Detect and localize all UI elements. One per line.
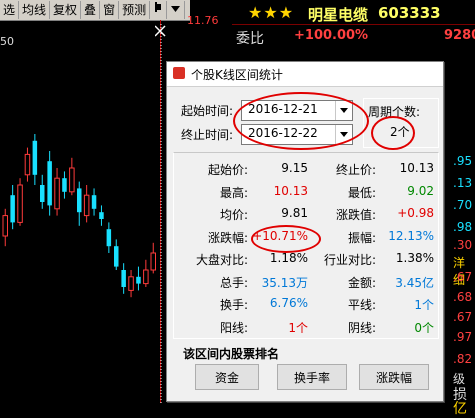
quote-panel-edge: .95 .13 .70 .98 .30 洋细 .67 .68 .67 .97 .… bbox=[443, 62, 475, 417]
annotation-ring bbox=[233, 92, 369, 150]
toolbar-forecast-button[interactable]: 预测 bbox=[119, 1, 151, 19]
quote-value: .68 bbox=[453, 290, 473, 304]
stock-code: 603333 bbox=[378, 4, 441, 22]
stat-label: 最低: bbox=[347, 185, 376, 200]
start-time-label: 起始时间: bbox=[181, 104, 234, 118]
rating-stars: ★★★ bbox=[248, 3, 295, 22]
toolbar-window-button[interactable]: 窗 bbox=[100, 1, 120, 19]
stat-value: 10.13 bbox=[273, 183, 308, 198]
candle-body bbox=[40, 185, 45, 202]
stat-label: 终止价: bbox=[335, 163, 376, 177]
candle-body bbox=[2, 215, 8, 237]
candle-body bbox=[24, 153, 31, 176]
candle-body bbox=[32, 140, 38, 175]
rank-section-label: 该区间内股票排名 bbox=[183, 347, 280, 361]
quote-value: .67 bbox=[453, 310, 473, 324]
rank-by-turnover-button[interactable]: 换手率 bbox=[277, 364, 347, 390]
quote-value: .67 bbox=[453, 270, 473, 284]
candle-body bbox=[17, 184, 23, 223]
candle-body bbox=[128, 276, 134, 291]
stat-label: 起始价: bbox=[207, 163, 248, 177]
candle-body bbox=[77, 188, 82, 213]
quote-label: 亿 bbox=[453, 401, 467, 417]
stat-label: 最高: bbox=[219, 185, 248, 200]
candle-body bbox=[136, 276, 141, 284]
stat-value: 1.18% bbox=[269, 251, 308, 265]
candle-body bbox=[91, 195, 97, 209]
rank-by-capital-button[interactable]: 资金 bbox=[195, 364, 259, 390]
quote-value: .13 bbox=[453, 176, 473, 190]
weibi-value: +100.00% bbox=[294, 28, 369, 43]
end-time-label: 终止时间: bbox=[181, 128, 234, 142]
quote-value: .98 bbox=[453, 220, 473, 234]
weibi-volume: 9280 bbox=[444, 28, 475, 43]
stat-value: 6.76% bbox=[269, 296, 308, 310]
stat-value: 1个 bbox=[414, 298, 434, 312]
stat-label: 金额: bbox=[347, 275, 376, 290]
triangle-down-icon[interactable] bbox=[167, 1, 186, 19]
quote-value: .97 bbox=[453, 330, 473, 344]
candle-body bbox=[62, 178, 67, 192]
dialog-title: 个股K线区间统计 bbox=[191, 68, 283, 82]
stat-value: 9.02 bbox=[407, 183, 434, 198]
quote-value: .82 bbox=[453, 352, 473, 366]
candle-body bbox=[121, 270, 126, 287]
stat-label: 换手: bbox=[219, 298, 248, 312]
quote-value: .70 bbox=[453, 198, 473, 212]
app-icon bbox=[173, 67, 185, 79]
stat-value: 9.15 bbox=[281, 161, 308, 175]
stat-value: 35.13万 bbox=[261, 275, 308, 290]
kline-range-stats-dialog: 个股K线区间统计 起始时间: 2016-12-21 终止时间: 2016-12-… bbox=[166, 61, 444, 402]
candle-body bbox=[106, 229, 112, 247]
stock-name: 明星电缆 bbox=[308, 6, 369, 24]
stat-label: 阴线: bbox=[347, 320, 376, 335]
stat-label: 涨跌幅: bbox=[207, 230, 248, 245]
toolbar-adjust-button[interactable]: 复权 bbox=[50, 1, 82, 19]
weibi-label: 委比 bbox=[236, 31, 264, 47]
price-axis-label: 11.76 bbox=[187, 14, 219, 27]
stat-value: 9.81 bbox=[281, 206, 308, 220]
rank-by-change-button[interactable]: 涨跌幅 bbox=[359, 364, 429, 390]
dialog-titlebar[interactable]: 个股K线区间统计 bbox=[167, 62, 443, 87]
stat-value: 1.38% bbox=[395, 251, 434, 265]
stats-panel: 起始价: 9.15 终止价: 10.13 最高: 10.13 最低: 9.02 均价: 9.81 涨… bbox=[173, 152, 439, 339]
stat-label: 平线: bbox=[347, 298, 376, 312]
stat-label: 阳线: bbox=[219, 320, 248, 335]
stat-value: 3.45亿 bbox=[395, 275, 434, 290]
stat-label: 振幅: bbox=[347, 230, 376, 245]
stat-value: 10.13 bbox=[399, 161, 434, 175]
candle-body bbox=[69, 167, 75, 193]
candle-body bbox=[10, 195, 15, 223]
stat-value: 12.13% bbox=[388, 228, 434, 243]
quote-value: .95 bbox=[453, 154, 473, 168]
candle-body bbox=[47, 161, 52, 206]
kline-chart[interactable] bbox=[0, 22, 162, 403]
stat-value: +0.98 bbox=[397, 206, 434, 220]
stat-label: 涨跌值: bbox=[335, 208, 376, 222]
header-divider bbox=[232, 24, 475, 25]
stat-value: 1个 bbox=[288, 320, 308, 335]
stat-value: 0个 bbox=[414, 320, 434, 335]
stat-label: 总手: bbox=[219, 275, 248, 290]
candle-body bbox=[54, 177, 60, 210]
candle-body bbox=[99, 212, 104, 219]
toolbar-overlay-button[interactable]: 叠 bbox=[81, 1, 101, 19]
candle-body bbox=[114, 246, 119, 267]
quote-value: .30 bbox=[453, 238, 473, 252]
annotation-ring bbox=[371, 116, 415, 150]
candle-body bbox=[83, 194, 90, 217]
stat-value: +10.71% bbox=[252, 228, 308, 243]
toolbar-ma-button[interactable]: 均线 bbox=[19, 1, 51, 19]
stat-label: 大盘对比: bbox=[195, 253, 248, 267]
stat-label: 均价: bbox=[219, 208, 248, 222]
candle-body bbox=[143, 269, 149, 285]
pin-icon[interactable] bbox=[150, 1, 168, 19]
chart-toolbar: 选 均线 复权 叠 窗 预测 bbox=[0, 0, 190, 21]
toolbar-select-button[interactable]: 选 bbox=[0, 1, 20, 19]
stat-label: 行业对比: bbox=[323, 253, 376, 267]
